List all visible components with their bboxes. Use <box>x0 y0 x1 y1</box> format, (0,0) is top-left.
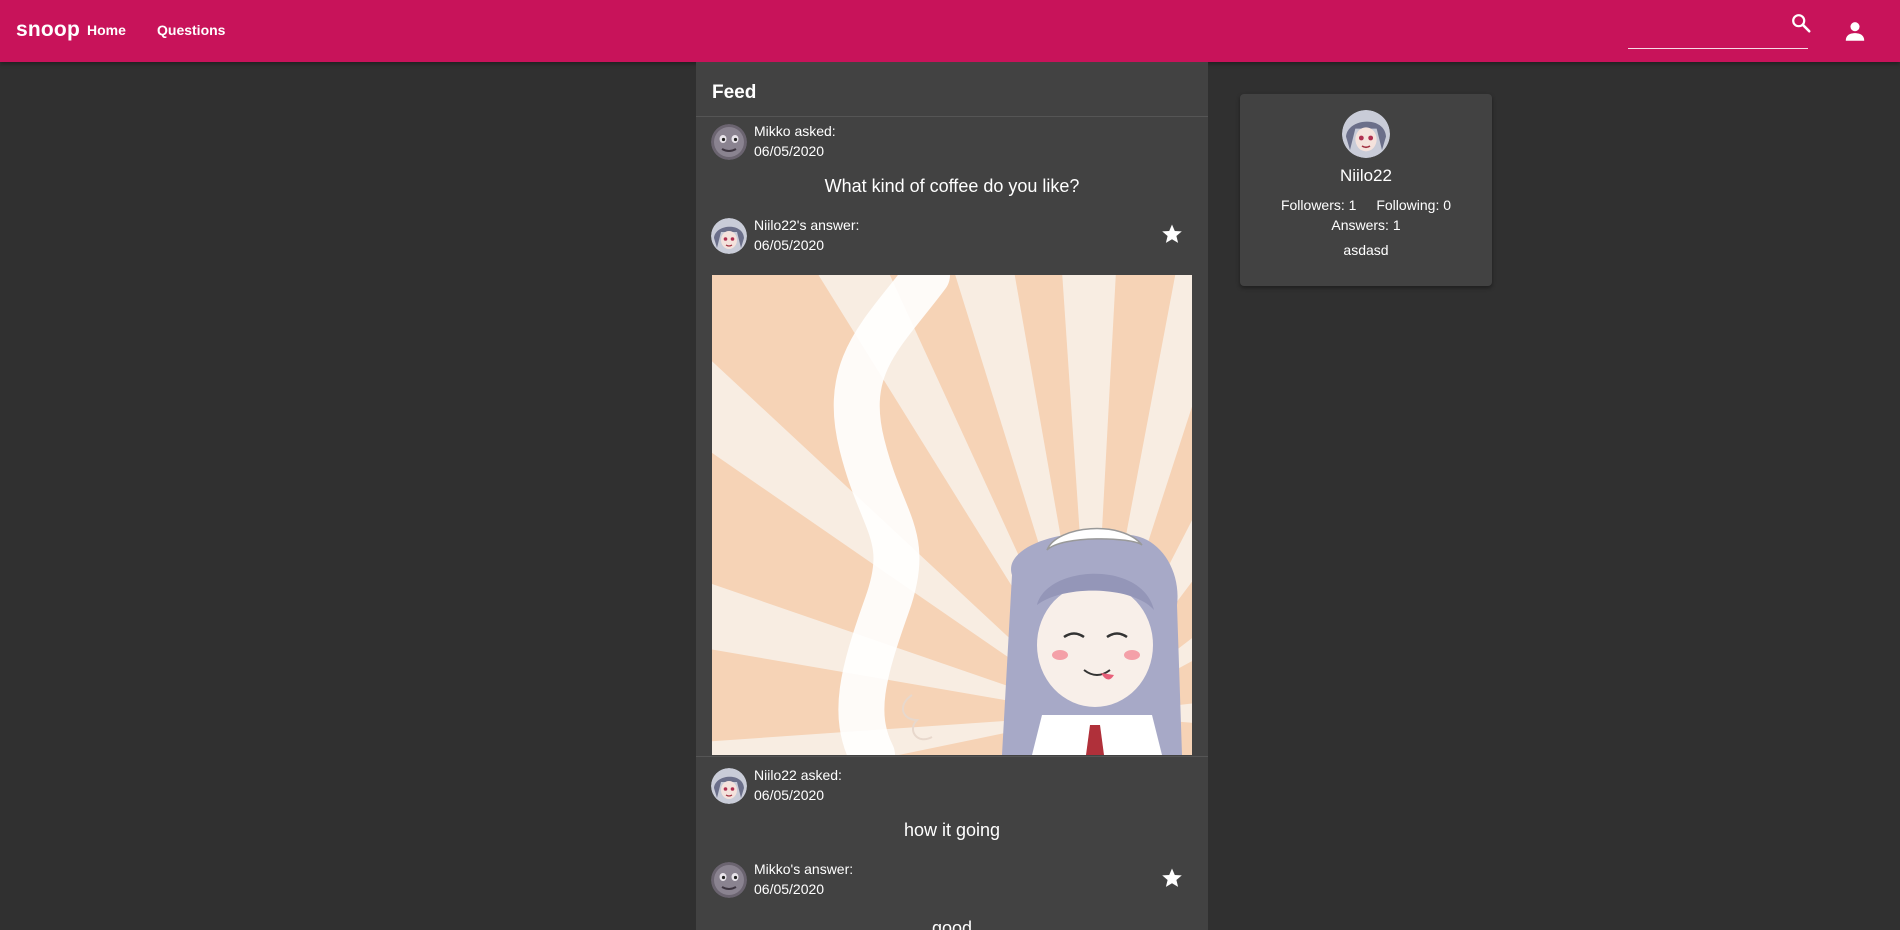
following-count[interactable]: Following: 0 <box>1376 197 1451 213</box>
question-meta: Niilo22 asked: 06/05/2020 <box>696 765 1208 815</box>
answerer-avatar[interactable] <box>711 218 747 254</box>
top-app-bar: snoop Home Questions <box>0 0 1900 62</box>
profile-stats: Followers: 1 Following: 0 Answers: 1 <box>1240 195 1492 235</box>
question-text[interactable]: What kind of coffee do you like? <box>696 176 1208 197</box>
asker-info: Niilo22 asked: 06/05/2020 <box>754 765 842 805</box>
question-text[interactable]: how it going <box>696 820 1208 841</box>
answerer-info: Mikko's answer: 06/05/2020 <box>754 859 853 899</box>
asker-avatar[interactable] <box>711 768 747 804</box>
answers-count: Answers: 1 <box>1331 217 1401 233</box>
question-meta: Mikko asked: 06/05/2020 <box>696 121 1208 171</box>
answer-date: 06/05/2020 <box>754 237 825 253</box>
answer-text: good <box>931 918 973 930</box>
asked-date: 06/05/2020 <box>754 787 825 803</box>
search-field <box>1628 12 1808 49</box>
asker-avatar[interactable] <box>711 124 747 160</box>
star-icon[interactable] <box>1160 866 1184 890</box>
feed-post: Niilo22 asked: 06/05/2020 how it going M… <box>696 757 1208 930</box>
star-icon[interactable] <box>1160 222 1184 246</box>
asker-name[interactable]: Niilo22 asked: <box>754 765 842 785</box>
answer-image[interactable] <box>712 275 1192 755</box>
answer-date: 06/05/2020 <box>754 881 825 897</box>
search-input[interactable] <box>1628 16 1782 44</box>
answerer-name[interactable]: Mikko's answer: <box>754 859 853 879</box>
answerer-avatar[interactable] <box>711 862 747 898</box>
answer-meta: Mikko's answer: 06/05/2020 <box>696 859 1208 909</box>
profile-name[interactable]: Niilo22 <box>1240 166 1492 186</box>
asker-info: Mikko asked: 06/05/2020 <box>754 121 836 161</box>
search-icon[interactable] <box>1790 12 1812 34</box>
nav-questions-link[interactable]: Questions <box>157 22 225 38</box>
answerer-info: Niilo22's answer: 06/05/2020 <box>754 215 859 255</box>
account-icon[interactable] <box>1842 18 1868 44</box>
feed-panel: Feed Mikko asked: 06/05/2020 What kind o <box>696 62 1208 930</box>
followers-count[interactable]: Followers: 1 <box>1281 197 1356 213</box>
asker-name[interactable]: Mikko asked: <box>754 121 836 141</box>
answerer-name[interactable]: Niilo22's answer: <box>754 215 859 235</box>
profile-avatar[interactable] <box>1342 110 1390 158</box>
feed-title: Feed <box>696 62 1208 117</box>
feed-post: Mikko asked: 06/05/2020 What kind of cof… <box>696 117 1208 757</box>
profile-bio: asdasd <box>1343 242 1389 258</box>
brand-logo[interactable]: snoop <box>16 18 80 42</box>
profile-card: Niilo22 Followers: 1 Following: 0 Answer… <box>1240 94 1492 286</box>
asked-date: 06/05/2020 <box>754 143 825 159</box>
nav-home-link[interactable]: Home <box>87 22 126 38</box>
answer-meta: Niilo22's answer: 06/05/2020 <box>696 215 1208 265</box>
